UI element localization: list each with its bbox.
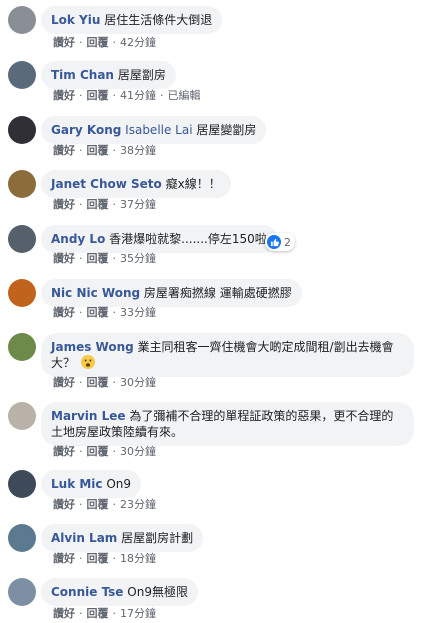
comment-author[interactable]: Andy Lo xyxy=(51,232,105,246)
like-link[interactable]: 讚好 xyxy=(53,198,75,211)
edited-label[interactable]: 已編輯 xyxy=(168,89,201,102)
comment-bubble: James Wong 業主同租客一齊住機會大啲定成間租/劏出去機會大？ xyxy=(41,333,414,377)
comment-time[interactable]: 35分鐘 xyxy=(120,252,156,265)
comment-list: Lok Yiu 居住生活條件大倒退 讚好 · 回覆 · 42分鐘 Tim Chan 居屋… xyxy=(0,0,432,623)
like-link[interactable]: 讚好 xyxy=(53,252,75,265)
reaction-count: 2 xyxy=(284,235,291,249)
reply-link[interactable]: 回覆 xyxy=(87,552,109,565)
comment-bubble: Janet Chow Seto 癡x線！！ xyxy=(41,170,231,198)
comment-bubble: Lok Yiu 居住生活條件大倒退 xyxy=(41,6,223,34)
comment-time[interactable]: 18分鐘 xyxy=(120,552,156,565)
comment-actions: 讚好 · 回覆 · 23分鐘 xyxy=(53,498,156,511)
avatar[interactable] xyxy=(8,333,36,361)
comment-bubble: Andy Lo 香港爆啦就黎.......停左150啦 xyxy=(41,225,277,253)
comment-text: 癡x線！！ xyxy=(165,177,221,191)
like-link[interactable]: 讚好 xyxy=(53,445,75,458)
comment-actions: 讚好 · 回覆 · 38分鐘 xyxy=(53,144,156,157)
comment-text: 居住生活條件大倒退 xyxy=(104,13,213,27)
comment-time[interactable]: 33分鐘 xyxy=(120,306,156,319)
comment-author[interactable]: Tim Chan xyxy=(51,68,114,82)
like-link[interactable]: 讚好 xyxy=(53,607,75,620)
comment-bubble: Marvin Lee 為了彌補不合理的單程証政策的惡果，更不合理的土地房屋政策陸… xyxy=(41,402,414,446)
avatar[interactable] xyxy=(8,116,36,144)
comment-author[interactable]: Luk Mic xyxy=(51,477,103,491)
comment-actions: 讚好 · 回覆 · 30分鐘 xyxy=(53,445,156,458)
comment-actions: 讚好 · 回覆 · 33分鐘 xyxy=(53,306,156,319)
comment-text: On9 xyxy=(106,477,132,491)
comment-author[interactable]: Gary Kong xyxy=(51,123,121,137)
avatar[interactable] xyxy=(8,402,36,430)
reply-link[interactable]: 回覆 xyxy=(87,89,109,102)
comment-actions: 讚好 · 回覆 · 18分鐘 xyxy=(53,552,156,565)
like-link[interactable]: 讚好 xyxy=(53,144,75,157)
like-link[interactable]: 讚好 xyxy=(53,89,75,102)
frowning-face-emoji-icon xyxy=(80,355,95,369)
comment-bubble: Gary Kong Isabelle Lai 居屋變劏房 xyxy=(41,116,267,144)
comment-author[interactable]: Marvin Lee xyxy=(51,409,126,423)
like-link[interactable]: 讚好 xyxy=(53,498,75,511)
comment-actions: 讚好 · 回覆 · 35分鐘 xyxy=(53,252,156,265)
comment-actions: 讚好 · 回覆 · 30分鐘 xyxy=(53,376,156,389)
reply-link[interactable]: 回覆 xyxy=(87,376,109,389)
comment-actions: 讚好 · 回覆 · 17分鐘 xyxy=(53,607,156,620)
comment-text: 香港爆啦就黎.......停左150啦 xyxy=(109,232,267,246)
comment-text: 居屋劏房 xyxy=(117,68,166,82)
comment-author[interactable]: Janet Chow Seto xyxy=(51,177,162,191)
comment-text: 房屋署痴撚線 運輸處硬撚膠 xyxy=(143,286,292,300)
comment-time[interactable]: 42分鐘 xyxy=(120,36,156,49)
comment-author[interactable]: Alvin Lam xyxy=(51,531,117,545)
comment-time[interactable]: 23分鐘 xyxy=(120,498,156,511)
comment-time[interactable]: 37分鐘 xyxy=(120,198,156,211)
comment-author[interactable]: Connie Tse xyxy=(51,585,123,599)
avatar[interactable] xyxy=(8,225,36,253)
reply-link[interactable]: 回覆 xyxy=(87,144,109,157)
comment-time[interactable]: 30分鐘 xyxy=(120,376,156,389)
reply-link[interactable]: 回覆 xyxy=(87,445,109,458)
avatar[interactable] xyxy=(8,470,36,498)
reply-link[interactable]: 回覆 xyxy=(87,607,109,620)
comment-text: On9無極限 xyxy=(127,585,188,599)
avatar[interactable] xyxy=(8,6,36,34)
reply-link[interactable]: 回覆 xyxy=(87,198,109,211)
like-link[interactable]: 讚好 xyxy=(53,36,75,49)
comment-time[interactable]: 41分鐘 xyxy=(120,89,156,102)
reply-link[interactable]: 回覆 xyxy=(87,252,109,265)
comment-actions: 讚好 · 回覆 · 41分鐘 · 已編輯 xyxy=(53,89,201,102)
comment-text: 居屋劏房計劃 xyxy=(121,531,194,545)
comment-author[interactable]: Nic Nic Wong xyxy=(51,286,140,300)
avatar[interactable] xyxy=(8,279,36,307)
like-link[interactable]: 讚好 xyxy=(53,552,75,565)
reaction-badge[interactable]: 2 xyxy=(265,233,295,251)
comment-actions: 讚好 · 回覆 · 42分鐘 xyxy=(53,36,156,49)
like-link[interactable]: 讚好 xyxy=(53,306,75,319)
avatar[interactable] xyxy=(8,170,36,198)
tagged-user[interactable]: Isabelle Lai xyxy=(125,123,192,137)
reply-link[interactable]: 回覆 xyxy=(87,36,109,49)
comment-author[interactable]: James Wong xyxy=(51,340,134,354)
comment-bubble: Alvin Lam 居屋劏房計劃 xyxy=(41,524,204,552)
comment-bubble: Connie Tse On9無極限 xyxy=(41,578,198,606)
avatar[interactable] xyxy=(8,524,36,552)
reply-link[interactable]: 回覆 xyxy=(87,306,109,319)
comment-actions: 讚好 · 回覆 · 37分鐘 xyxy=(53,198,156,211)
reply-link[interactable]: 回覆 xyxy=(87,498,109,511)
comment-bubble: Nic Nic Wong 房屋署痴撚線 運輸處硬撚膠 xyxy=(41,279,302,307)
avatar[interactable] xyxy=(8,578,36,606)
comment-time[interactable]: 17分鐘 xyxy=(120,607,156,620)
avatar[interactable] xyxy=(8,61,36,89)
comment-time[interactable]: 38分鐘 xyxy=(120,144,156,157)
like-link[interactable]: 讚好 xyxy=(53,376,75,389)
comment-author[interactable]: Lok Yiu xyxy=(51,13,100,27)
comment-text: 居屋變劏房 xyxy=(196,123,257,137)
comment-time[interactable]: 30分鐘 xyxy=(120,445,156,458)
comment-bubble: Tim Chan 居屋劏房 xyxy=(41,61,176,89)
like-reaction-icon xyxy=(267,235,281,249)
comment-bubble: Luk Mic On9 xyxy=(41,470,142,498)
